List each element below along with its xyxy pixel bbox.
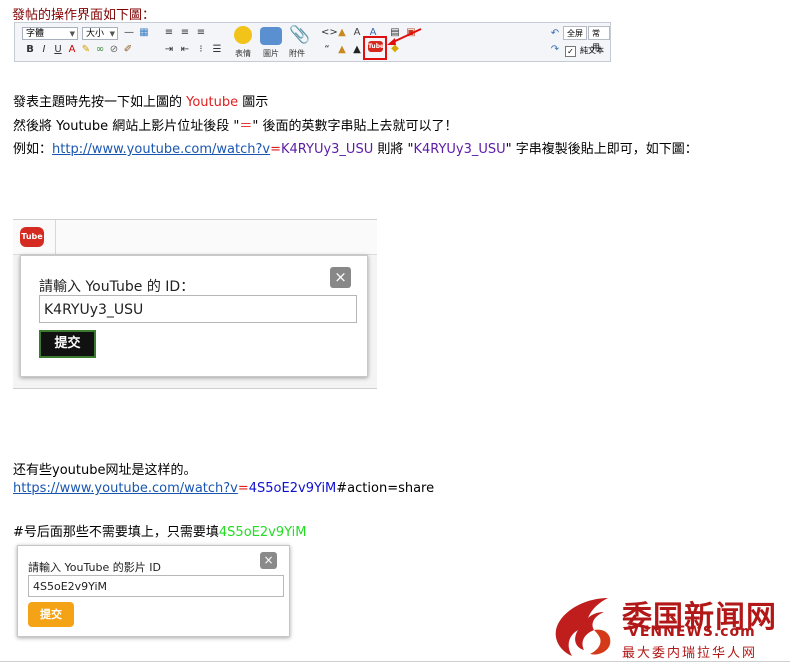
- page-title: 發帖的操作界面如下圖：: [12, 8, 156, 23]
- red-arrow-icon: [387, 28, 422, 45]
- close-icon[interactable]: ×: [330, 267, 351, 288]
- hash-note-line: #号后面那些不需要填上，只需要填4S5oE2v9YiM: [13, 521, 306, 540]
- video-id: K4RYUy3_USU: [413, 142, 506, 157]
- bold-icon[interactable]: B: [24, 44, 36, 56]
- font-color-icon[interactable]: A: [66, 44, 78, 56]
- hide-icon[interactable]: ▲: [336, 44, 348, 56]
- plaintext-label: 純文本: [580, 46, 604, 55]
- video-id: K4RYUy3_USU: [281, 142, 374, 157]
- instruction-line-2: 然後將 Youtube 網站上影片位址後段 "＝" 後面的英數字串貼上去就可以了…: [13, 115, 458, 134]
- unlink-icon[interactable]: ⊘: [108, 44, 120, 56]
- paperclip-icon[interactable]: 📎: [289, 26, 310, 44]
- emoticon-icon[interactable]: [234, 26, 252, 44]
- example-text: 則將 ": [373, 142, 414, 157]
- dragon-logo-icon: [555, 598, 611, 656]
- chevron-down-icon: ▼: [69, 30, 75, 38]
- hash-note-text: #号后面那些不需要填上，只需要填: [13, 525, 219, 540]
- align-left-icon[interactable]: ≡: [163, 27, 175, 39]
- example-line: 例如：http://www.youtube.com/watch?v=K4RYUy…: [13, 138, 698, 157]
- youtube-video-id-dialog: 請輸入 YouTube 的影片 ID × 4S5oE2v9YiM 提交: [17, 545, 290, 637]
- youtube-highlight: Youtube: [186, 95, 239, 110]
- equals-symbol: =: [237, 481, 249, 496]
- example-url-link[interactable]: http://www.youtube.com/watch?v: [52, 142, 270, 157]
- undo-icon[interactable]: ↶: [549, 28, 561, 40]
- indent-icon[interactable]: ⇥: [163, 44, 175, 56]
- instruction-line-1: 發表主題時先按一下如上圖的 Youtube 圖示: [13, 91, 268, 110]
- youtube-id-dialog: 請輸入 YouTube 的 ID： × K4RYUy3_USU 提交: [20, 255, 368, 377]
- code-icon[interactable]: <>: [321, 27, 338, 39]
- share-url-link[interactable]: https://www.youtube.com/watch?v: [13, 481, 238, 496]
- table-icon[interactable]: ▦: [138, 27, 150, 39]
- example-text: " 字串複製後貼上即可，如下圖：: [505, 142, 698, 157]
- youtube-id-input[interactable]: 4S5oE2v9YiM: [28, 575, 284, 597]
- emoticon-label: 表情: [235, 49, 251, 58]
- instruction-text: " 後面的英數字串貼上去就可以了！: [252, 119, 458, 134]
- video-id: 4S5oE2v9YiM: [218, 525, 307, 540]
- tab-divider: [55, 220, 56, 254]
- instruction-text: 發表主題時先按一下如上圖的: [13, 95, 187, 110]
- youtube-icon[interactable]: Tube: [20, 227, 44, 247]
- watermark-tagline: 最大委内瑞拉华人网: [622, 646, 758, 661]
- note-line: 还有些youtube网址是这样的。: [13, 463, 197, 478]
- dialog-label: 請輸入 YouTube 的 ID：: [39, 279, 195, 295]
- outdent-icon[interactable]: ⇤: [179, 44, 191, 56]
- common-button[interactable]: 常用: [588, 26, 610, 52]
- image-icon[interactable]: [260, 27, 282, 45]
- italic-icon[interactable]: I: [38, 44, 50, 56]
- share-url-line: https://www.youtube.com/watch?v=4S5oE2v9…: [13, 481, 434, 496]
- eraser-icon[interactable]: ✐: [122, 44, 134, 56]
- site-watermark: 委国新闻网 VENNEWS.com 最大委内瑞拉华人网: [548, 592, 788, 662]
- chevron-down-icon: ▼: [109, 30, 115, 38]
- dialog-label: 請輸入 YouTube 的影片 ID: [28, 561, 161, 574]
- attach-label: 附件: [289, 49, 305, 58]
- font-select[interactable]: 字體 ▼: [22, 27, 78, 40]
- bottom-divider: [0, 661, 790, 662]
- quote-icon[interactable]: “: [321, 44, 333, 56]
- url-suffix: #action=share: [336, 481, 435, 496]
- instruction-text: 圖示: [238, 95, 269, 110]
- ordered-list-icon[interactable]: ⁝: [195, 44, 207, 56]
- link-icon[interactable]: ∞: [94, 44, 106, 56]
- submit-button[interactable]: 提交: [28, 602, 74, 627]
- text-style-icon[interactable]: A: [351, 27, 363, 39]
- align-center-icon[interactable]: ≡: [179, 27, 191, 39]
- editor-toolbar-screenshot: 字體 ▼ 大小 ▼ — ▦ B I U A ✎ ∞ ⊘ ✐ ≡ ≡ ≡ ⇥ ⇤ ⁝ …: [14, 22, 611, 62]
- close-icon[interactable]: ×: [260, 552, 277, 569]
- size-select-label: 大小: [86, 29, 105, 39]
- horizontal-rule-icon[interactable]: —: [123, 27, 135, 39]
- submit-button[interactable]: 提交: [39, 330, 96, 358]
- plaintext-checkbox[interactable]: ✓: [565, 46, 576, 57]
- example-prefix: 例如：: [13, 142, 53, 157]
- align-right-icon[interactable]: ≡: [195, 27, 207, 39]
- redo-icon[interactable]: ↷: [549, 44, 561, 56]
- equals-symbol: =: [270, 142, 282, 157]
- fullscreen-button[interactable]: 全屏: [563, 26, 587, 40]
- youtube-id-input[interactable]: K4RYUy3_USU: [39, 295, 357, 323]
- flash-icon[interactable]: ▲: [351, 44, 363, 56]
- video-id: 4S5oE2v9YiM: [248, 481, 337, 496]
- editor-tabstrip: Tube: [13, 220, 377, 255]
- size-select[interactable]: 大小 ▼: [82, 27, 118, 40]
- font-select-label: 字體: [26, 29, 45, 39]
- lock-icon[interactable]: ▲: [336, 27, 348, 39]
- highlight-icon[interactable]: ✎: [80, 44, 92, 56]
- equals-symbol: ＝: [239, 119, 253, 134]
- watermark-english: VENNEWS.com: [628, 624, 756, 640]
- instruction-text: 然後將 Youtube 網站上影片位址後段 ": [13, 119, 240, 134]
- unordered-list-icon[interactable]: ☰: [211, 44, 223, 56]
- underline-icon[interactable]: U: [52, 44, 64, 56]
